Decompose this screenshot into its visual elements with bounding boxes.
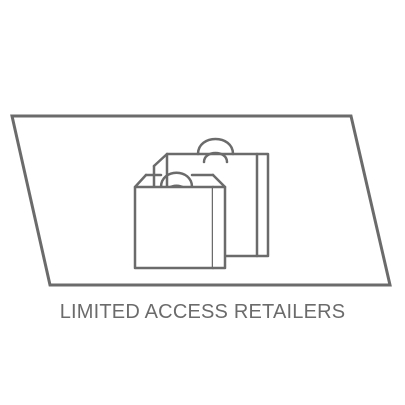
shopping-bags-icon xyxy=(133,137,270,270)
limited-access-retailers-emblem xyxy=(10,114,392,287)
caption-label: LIMITED ACCESS RETAILERS xyxy=(59,301,346,323)
